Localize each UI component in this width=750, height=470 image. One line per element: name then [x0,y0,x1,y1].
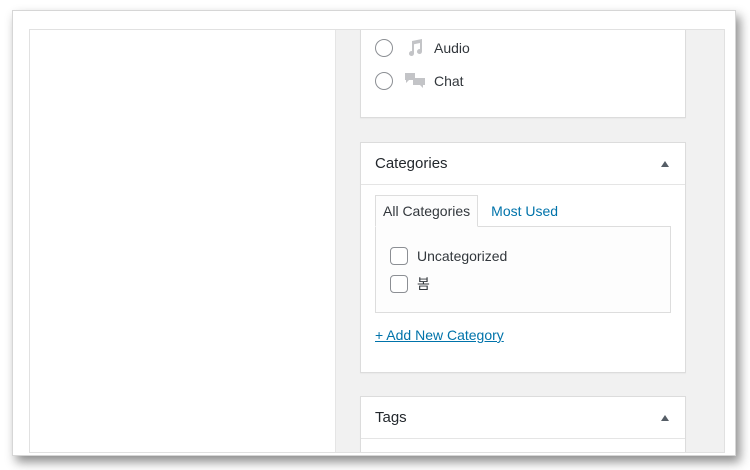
category-checklist: Uncategorized 봄 [375,226,671,313]
tags-header[interactable]: Tags [361,397,685,439]
collapse-arrow-icon[interactable] [661,161,669,167]
category-item-uncategorized[interactable]: Uncategorized [390,246,507,266]
tab-most-used[interactable]: Most Used [478,195,566,227]
screenshot-frame: Audio Chat Categories All Categories Mos… [12,10,736,456]
uncategorized-checkbox[interactable] [390,247,408,265]
editor-sidebar: Audio Chat Categories All Categories Mos… [336,30,724,452]
categories-postbox: Categories All Categories Most Used Unca… [360,142,686,373]
format-option-chat[interactable]: Chat [375,70,464,92]
category-item-bom[interactable]: 봄 [390,274,430,294]
category-label: 봄 [417,276,430,292]
add-new-category-link[interactable]: + Add New Category [375,327,504,343]
collapse-arrow-icon[interactable] [661,415,669,421]
format-label-audio: Audio [434,40,470,56]
chat-bubbles-icon [404,71,426,91]
audio-radio[interactable] [375,39,393,57]
format-label-chat: Chat [434,73,464,89]
wp-editor-screen: Audio Chat Categories All Categories Mos… [29,29,725,453]
categories-header[interactable]: Categories [361,143,685,185]
category-tabs: All Categories Most Used [375,195,566,227]
tags-title: Tags [375,409,407,426]
tab-all-categories[interactable]: All Categories [375,195,479,227]
format-option-audio[interactable]: Audio [375,37,470,59]
editor-content-area[interactable] [30,30,336,452]
music-note-icon [404,38,426,58]
format-postbox: Audio Chat [360,30,686,118]
tags-postbox: Tags [360,396,686,452]
bom-checkbox[interactable] [390,275,408,293]
categories-title: Categories [375,155,448,172]
chat-radio[interactable] [375,72,393,90]
category-label: Uncategorized [417,248,508,264]
